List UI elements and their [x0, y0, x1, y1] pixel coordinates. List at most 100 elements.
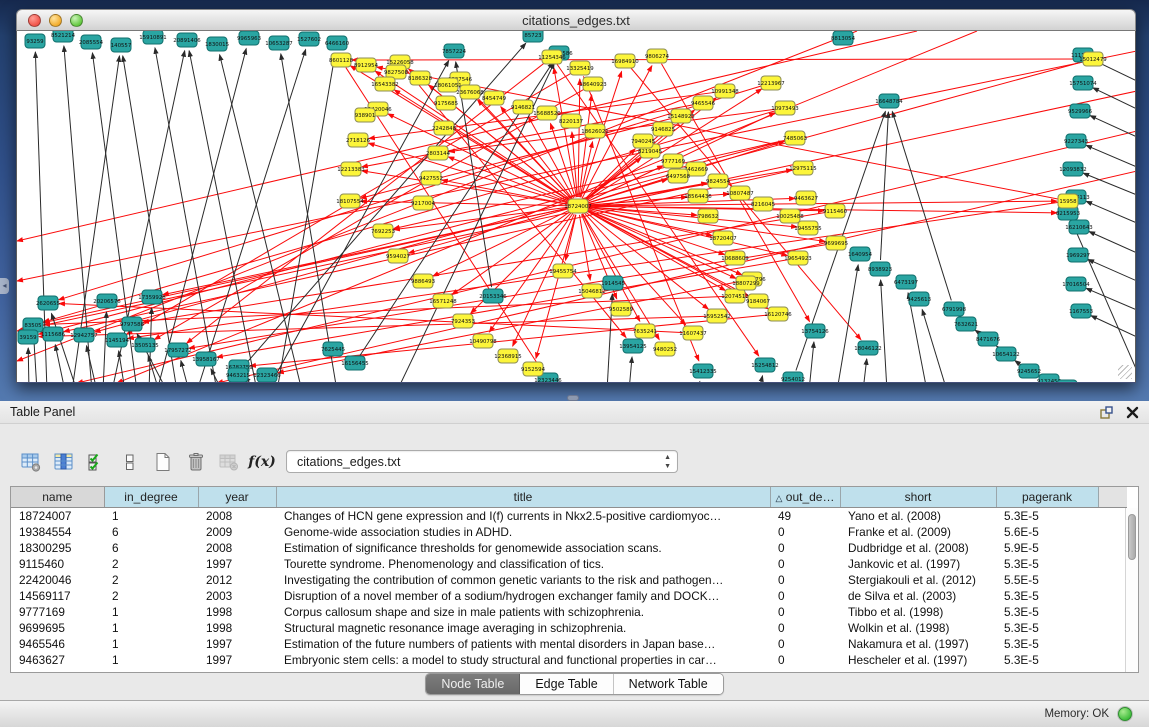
table-row[interactable]: 2242004622012Investigating the contribut… — [11, 572, 1127, 588]
network-node[interactable]: 798632 — [698, 209, 719, 223]
cell-title[interactable]: Disruption of a novel member of a sodium… — [276, 588, 770, 604]
table-scrollbar-thumb[interactable] — [1128, 514, 1136, 560]
cell-short[interactable]: Tibbo et al. (1998) — [840, 604, 996, 620]
cell-pagerank[interactable]: 5.3E-5 — [996, 507, 1098, 524]
network-edge[interactable] — [809, 342, 814, 383]
cell-out_degree[interactable]: 0 — [770, 604, 840, 620]
network-node[interactable]: 9425613 — [907, 292, 931, 306]
network-node[interactable]: 9777169 — [661, 154, 686, 168]
cell-name[interactable]: 9463627 — [11, 652, 104, 668]
network-edge[interactable] — [1072, 223, 1136, 371]
network-node[interactable]: 19455754 — [549, 264, 577, 278]
network-node[interactable]: 7924353 — [451, 314, 475, 328]
network-node[interactable]: 9886493 — [411, 274, 435, 288]
cell-short[interactable]: Dudbridge et al. (2008) — [840, 540, 996, 556]
network-node[interactable]: 16648784 — [875, 94, 903, 108]
network-node[interactable]: 8216045 — [751, 197, 775, 211]
network-edge[interactable] — [579, 215, 590, 280]
cell-name[interactable]: 19384554 — [11, 524, 104, 540]
network-node[interactable]: 13505135 — [131, 338, 158, 352]
cell-title[interactable]: Estimation of significance thresholds fo… — [276, 540, 770, 556]
network-node[interactable]: 12093832 — [1059, 162, 1086, 176]
cell-pagerank[interactable]: 5.5E-5 — [996, 572, 1098, 588]
cell-year[interactable]: 2009 — [198, 524, 276, 540]
network-node[interactable]: 140557 — [111, 38, 132, 52]
column-header-out_de[interactable]: △ out_de… — [770, 487, 840, 507]
network-node[interactable]: 12368915 — [494, 349, 521, 363]
network-node[interactable]: 9227343 — [1064, 134, 1088, 148]
table-row[interactable]: 1456911722003Disruption of a novel membe… — [11, 588, 1127, 604]
column-header-short[interactable]: short — [840, 487, 996, 507]
network-node[interactable]: 2085554 — [79, 35, 104, 49]
table-row[interactable]: 977716911998Corpus callosum shape and si… — [11, 604, 1127, 620]
network-node[interactable]: 17016504 — [1062, 277, 1090, 291]
network-node[interactable]: 12213383 — [337, 162, 364, 176]
network-node[interactable]: 10654122 — [992, 347, 1019, 361]
network-node[interactable]: 19455755 — [794, 221, 821, 235]
network-edge[interactable] — [1086, 201, 1136, 223]
table-select-dropdown[interactable]: citations_edges.txt ▲▼ — [286, 450, 678, 473]
network-node[interactable]: 12213967 — [757, 76, 784, 90]
cell-out_degree[interactable]: 0 — [770, 572, 840, 588]
network-node[interactable]: 10991348 — [711, 84, 739, 98]
network-node[interactable]: 1167553 — [1069, 304, 1093, 318]
network-view[interactable]: 9325985212142085554140557159108912089140… — [16, 31, 1136, 383]
network-node[interactable]: 8471676 — [976, 332, 1001, 346]
network-edge[interactable] — [1093, 88, 1136, 109]
close-panel-icon[interactable] — [1124, 404, 1141, 421]
cell-in_degree[interactable]: 1 — [104, 652, 198, 668]
network-node[interactable]: 8912954 — [354, 58, 379, 72]
network-node[interactable]: 85723 — [523, 31, 543, 42]
table-mode-icon[interactable] — [18, 449, 44, 475]
cell-out_degree[interactable]: 0 — [770, 588, 840, 604]
network-node[interactable]: 9824554 — [706, 174, 731, 188]
network-edge[interactable] — [629, 357, 632, 383]
network-edge[interactable] — [881, 280, 887, 383]
network-node[interactable]: 8454749 — [482, 91, 507, 105]
show-columns-icon[interactable] — [51, 449, 77, 475]
window-resize-grip[interactable] — [1118, 365, 1132, 379]
network-window-titlebar[interactable]: citations_edges.txt — [16, 9, 1136, 31]
network-node[interactable]: 2620655 — [36, 296, 60, 310]
new-column-icon[interactable] — [150, 449, 176, 475]
table-scrollbar[interactable] — [1125, 508, 1138, 672]
network-node[interactable]: 15254812 — [751, 358, 778, 372]
network-node[interactable]: 16120746 — [764, 307, 792, 321]
cell-in_degree[interactable]: 1 — [104, 604, 198, 620]
network-edge[interactable] — [922, 310, 947, 383]
network-node[interactable]: 6791998 — [942, 302, 967, 316]
network-node[interactable]: 9463627 — [794, 191, 818, 205]
cell-pagerank[interactable]: 5.3E-5 — [996, 556, 1098, 572]
network-node[interactable]: 12975115 — [789, 161, 816, 175]
network-node[interactable]: 12323466 — [253, 368, 281, 382]
network-edge[interactable] — [1088, 259, 1136, 281]
network-node[interactable]: 9217004 — [411, 196, 436, 210]
network-node[interactable]: 20891406 — [173, 33, 201, 47]
network-node[interactable]: 1640954 — [848, 247, 873, 261]
cell-title[interactable]: Embryonic stem cells: a model to study s… — [276, 652, 770, 668]
network-node[interactable]: 6497568 — [666, 169, 691, 183]
cell-year[interactable]: 2008 — [198, 507, 276, 524]
network-edge[interactable] — [880, 112, 888, 260]
cell-title[interactable]: Estimation of the future numbers of pati… — [276, 636, 770, 652]
network-view-window[interactable]: citations_edges.txt 93259852121420855541… — [16, 9, 1136, 383]
cell-year[interactable]: 2012 — [198, 572, 276, 588]
network-node[interactable]: 9529966 — [1068, 104, 1093, 118]
table-row[interactable]: 1938455462009Genome-wide association stu… — [11, 524, 1127, 540]
cell-short[interactable]: Stergiakouli et al. (2012) — [840, 572, 996, 588]
cell-in_degree[interactable]: 1 — [104, 636, 198, 652]
network-node[interactable]: 7625445 — [321, 342, 345, 356]
network-node[interactable]: 23676068 — [456, 85, 484, 99]
network-node[interactable]: 2803144 — [426, 146, 451, 160]
network-edge[interactable] — [697, 382, 700, 383]
network-node[interactable]: 19654923 — [784, 251, 811, 265]
network-node[interactable]: 6473197 — [894, 275, 918, 289]
network-edge[interactable] — [117, 31, 977, 383]
network-node[interactable]: 10807487 — [726, 186, 753, 200]
network-edge[interactable] — [1086, 145, 1136, 167]
network-node[interactable]: 8521214 — [51, 31, 76, 42]
table-row[interactable]: 969969511998Structural magnetic resonanc… — [11, 620, 1127, 636]
network-node[interactable]: 9480252 — [653, 342, 677, 356]
cell-pagerank[interactable]: 5.9E-5 — [996, 540, 1098, 556]
network-node[interactable]: 20153346 — [479, 289, 507, 303]
